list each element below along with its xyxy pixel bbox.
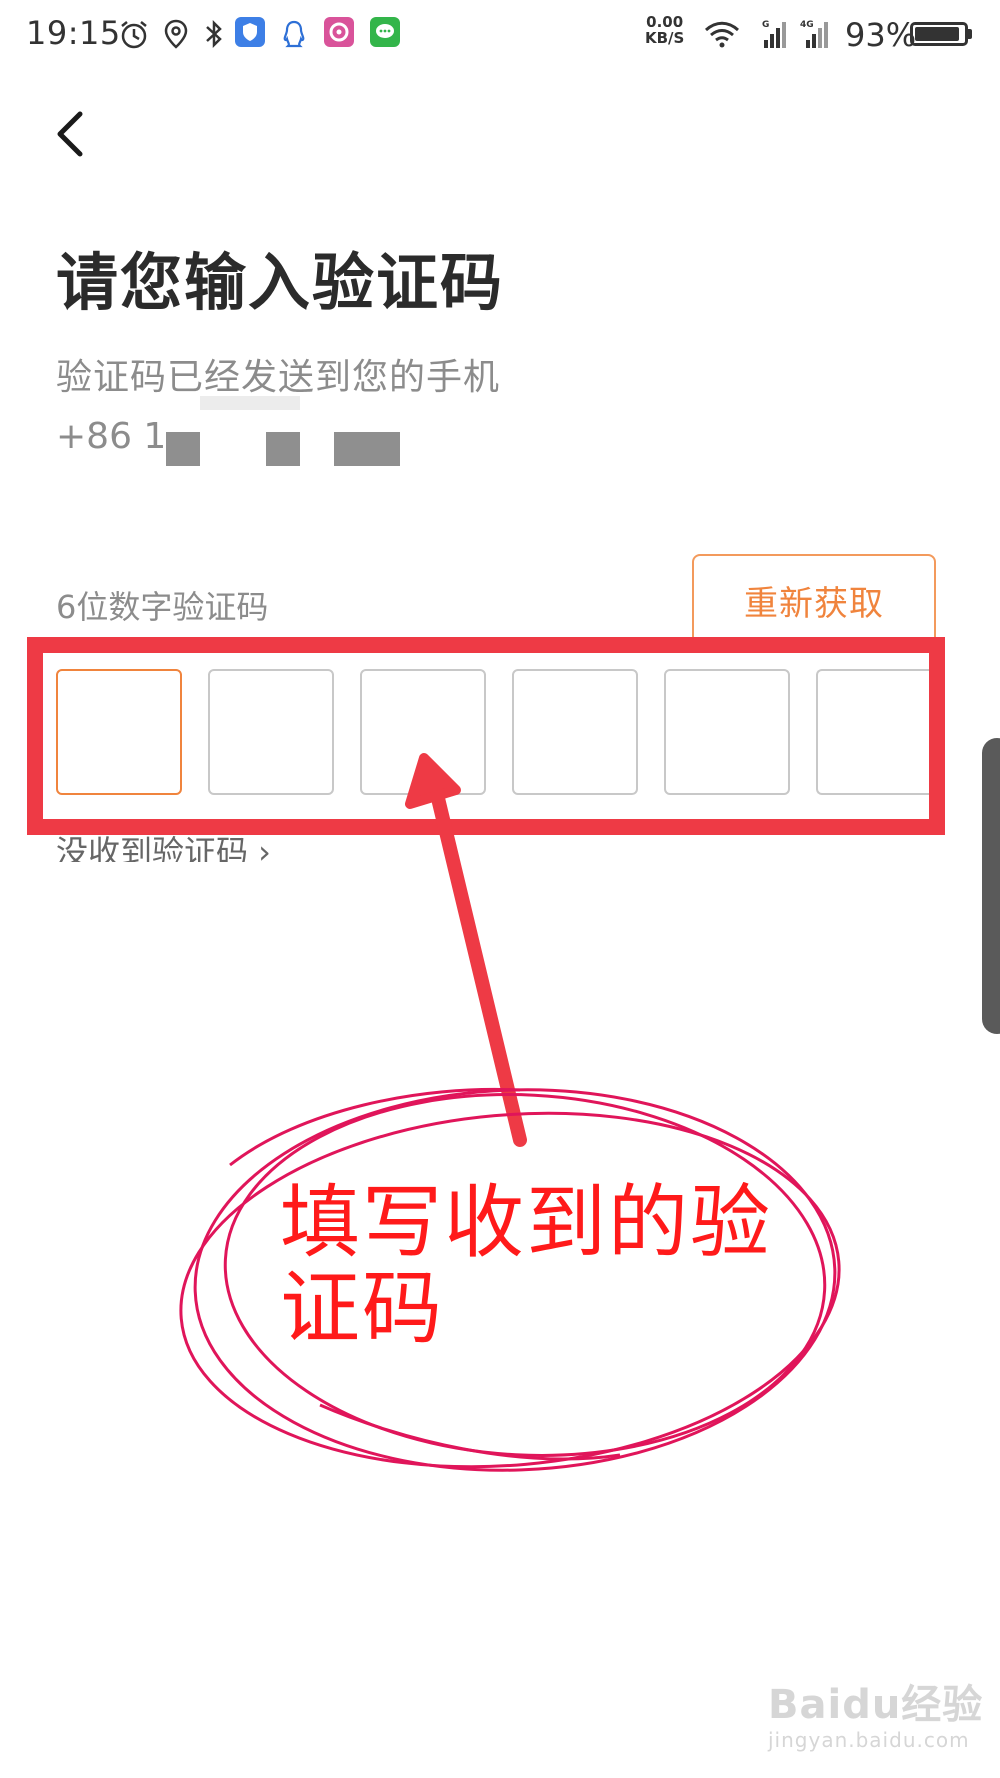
code-digit-box-3[interactable]: [360, 669, 486, 795]
status-bar: 19:15 0.00 KB/S G 4G 93%: [0, 0, 1000, 72]
code-digit-box-2[interactable]: [208, 669, 334, 795]
back-button[interactable]: [46, 104, 96, 164]
qq-icon: [283, 20, 305, 48]
message-app-icon: [370, 17, 400, 47]
watermark: Baidu经验 jingyan.baidu.com: [768, 1672, 983, 1752]
code-digit-box-5[interactable]: [664, 669, 790, 795]
phone-number: +86 1: [56, 416, 167, 457]
alarm-icon: [121, 21, 147, 49]
watermark-brand: Baidu经验: [768, 1682, 984, 1728]
chevron-left-icon: [57, 111, 83, 157]
annotation-arrow: [405, 753, 527, 1147]
battery-level-fill: [915, 27, 960, 41]
location-icon: [164, 19, 188, 49]
battery-tip: [968, 29, 972, 39]
page-subtitle: 验证码已经发送到您的手机: [56, 357, 501, 398]
code-digit-box-4[interactable]: [512, 669, 638, 795]
svg-text:4G: 4G: [800, 20, 814, 30]
network-speed-unit: KB/S: [645, 29, 685, 47]
battery-icon: [910, 22, 968, 46]
status-time: 19:15: [26, 14, 121, 52]
phone-mask-block: [266, 432, 300, 466]
phone-mask-faint: [200, 396, 300, 410]
battery-percent: 93%: [845, 16, 917, 54]
signal-icon: G: [762, 20, 786, 48]
bluetooth-icon: [206, 19, 222, 49]
code-digit-box-6[interactable]: [816, 669, 930, 795]
network-speed-value: 0.00: [646, 13, 684, 31]
page-title: 请您输入验证码: [56, 246, 505, 319]
resend-button[interactable]: 重新获取: [692, 554, 936, 644]
shield-app-icon: [235, 17, 265, 47]
phone-mask-block: [166, 432, 200, 466]
code-label: 6位数字验证码: [56, 588, 269, 626]
network-speed: 0.00 KB/S: [645, 14, 684, 46]
watermark-url: jingyan.baidu.com: [768, 1728, 970, 1752]
side-scroll-handle[interactable]: [982, 738, 1000, 1034]
no-code-link[interactable]: 没收到验证码 ›: [56, 828, 271, 862]
annotation-text: 填写收到的验证码: [280, 1176, 772, 1355]
wifi-icon: [704, 21, 740, 48]
music-app-icon: [324, 17, 354, 47]
phone-mask-block: [334, 432, 400, 466]
signal-4g-icon: 4G: [800, 20, 828, 48]
svg-text:G: G: [762, 20, 769, 30]
code-digit-box-1[interactable]: [56, 669, 182, 795]
